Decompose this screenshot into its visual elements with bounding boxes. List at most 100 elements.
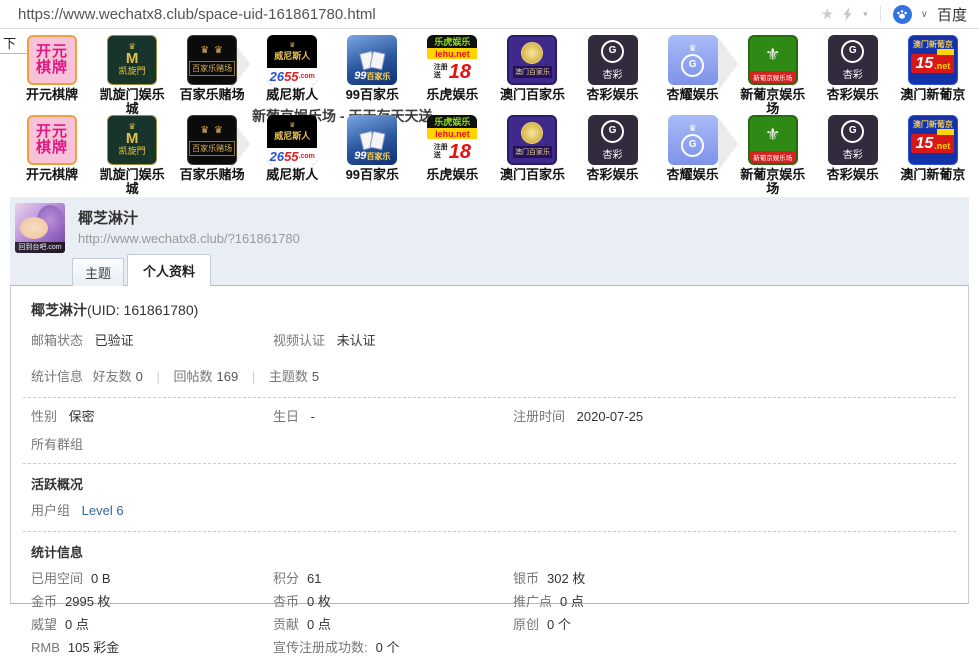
avatar[interactable]: 回到台吧.com (15, 203, 65, 253)
bookmark-star-icon[interactable]: ★ (821, 7, 834, 22)
reg-time-value: 2020-07-25 (577, 409, 644, 424)
ad-label: 杏彩娱乐 (587, 88, 639, 102)
stat-cell: 金币2995 枚 (31, 593, 273, 611)
icon-text: lehu.net (427, 48, 477, 59)
avatar-watermark: 回到台吧.com (15, 242, 65, 253)
icon-text: .net (934, 142, 950, 152)
ad-label: 开元棋牌 (26, 168, 78, 182)
tab-personal-profile[interactable]: 个人资料 (127, 254, 211, 286)
stat-label: 宣传注册成功数: (273, 640, 368, 655)
friends-count: 0 (136, 369, 143, 384)
ad-item-99baijiale[interactable]: 99 百家乐 99百家乐 (334, 35, 410, 115)
gender-value: 保密 (69, 409, 95, 424)
icon-text: 开元 (36, 44, 68, 61)
usergroup-level-link[interactable]: Level 6 (82, 503, 124, 518)
ad-item-aomen-baijiale[interactable]: 澳门百家乐 澳门百家乐 (494, 35, 570, 115)
icon-bottom: 99 百家乐 (354, 151, 390, 162)
ad-item-aomen-xinpujing[interactable]: 澳门新葡京 15 .net 澳门新葡京 (895, 115, 971, 195)
profile-title-uid: (UID: 161861780) (87, 302, 198, 318)
ad-item-xinpujing[interactable]: ⚜ 新葡京娱乐场 新葡京娱乐场 (735, 115, 811, 195)
icon-text: 乐虎娱乐 (427, 115, 477, 128)
ad-item-lehu[interactable]: 乐虎娱乐 lehu.net 注册 送 18 乐虎娱乐 (414, 35, 490, 115)
ad-item-99baijiale[interactable]: 99 百家乐 99百家乐 (334, 115, 410, 195)
ad-item-xingcai-2[interactable]: G 杏彩 杏彩娱乐 (815, 35, 891, 115)
ad-label: 澳门百家乐 (500, 168, 565, 182)
g-emblem-icon: G (681, 134, 704, 157)
ad-item-weinisiren[interactable]: ♛ 威尼斯人 26 55 .com 威尼斯人 (254, 115, 330, 195)
ad-item-kaixuanmen[interactable]: ♛ M 凯旋門 凯旋门娱乐城 (94, 115, 170, 195)
stat-cell: 杏币0 枚 (273, 593, 513, 611)
ad-label: 凯旋门娱乐城 (96, 88, 168, 117)
flash-icon[interactable] (843, 7, 854, 21)
ad-item-xingcai-2[interactable]: G 杏彩 杏彩娱乐 (815, 115, 891, 195)
gold-badge-icon (521, 42, 543, 64)
stat-value: 2995 枚 (65, 594, 111, 609)
dropdown-caret-icon[interactable]: ▾ (863, 9, 868, 20)
ad-item-xinpujing[interactable]: ⚜ 新葡京娱乐场 新葡京娱乐场 (735, 35, 811, 115)
ad-label: 威尼斯人 (266, 168, 318, 182)
ad-label: 澳门新葡京 (900, 168, 965, 182)
icon-text: 18 (449, 142, 471, 162)
profile-header: 回到台吧.com 椰芝淋汁 http://www.wechatx8.club/?… (10, 197, 969, 286)
xingcai-icon: G 杏彩 (588, 115, 638, 165)
ad-label: 新葡京娱乐场 (737, 168, 809, 197)
ad-item-xingcai[interactable]: G 杏彩 杏彩娱乐 (575, 35, 651, 115)
tulip-emblem-icon: ⚜ (765, 126, 780, 143)
url-input[interactable]: https://www.wechatx8.club/space-uid-1618… (18, 6, 821, 23)
ad-item-kaiyuan-qipai[interactable]: 开元 棋牌 开元棋牌 (14, 115, 90, 195)
avatar-art (20, 217, 48, 239)
ad-item-kaiyuan-qipai[interactable]: 开元 棋牌 开元棋牌 (14, 35, 90, 115)
reg-time-label: 注册时间 (513, 409, 565, 424)
stat-value: 0 个 (547, 617, 571, 632)
yellow-tag-icon (937, 49, 954, 55)
reg-time: 注册时间 2020-07-25 (513, 408, 958, 426)
stats-summary-label: 统计信息 (31, 369, 83, 384)
ad-label: 杏彩娱乐 (587, 168, 639, 182)
ad-label: 乐虎娱乐 (426, 168, 478, 182)
ad-item-xingyao[interactable]: ♛ G 杏耀娱乐 (655, 115, 731, 195)
ad-label: 开元棋牌 (26, 88, 78, 102)
email-status-value: 已验证 (95, 333, 134, 348)
stats-heading: 统计信息 (21, 542, 958, 561)
search-engine-label[interactable]: 百度 (937, 4, 967, 25)
stat-cell: 威望0 点 (31, 616, 273, 634)
ad-item-baijiale-casino[interactable]: ♛ ♛ 百家乐赌场 百家乐赌场 (174, 115, 250, 195)
xingcai-icon: G 杏彩 (828, 35, 878, 85)
ad-item-aomen-baijiale[interactable]: 澳门百家乐 澳门百家乐 (494, 115, 570, 195)
g-emblem-icon: G (681, 54, 704, 77)
engine-chevron-icon[interactable]: ∨ (921, 9, 928, 20)
xingyao-icon: ♛ G (668, 35, 718, 85)
ad-item-weinisiren[interactable]: ♛ 威尼斯人 26 55 .com 威尼斯人 (254, 35, 330, 115)
ad-item-xingcai[interactable]: G 杏彩 杏彩娱乐 (575, 115, 651, 195)
profile-panel: 椰芝淋汁(UID: 161861780) 邮箱状态 已验证 视频认证 未认证 统… (10, 286, 969, 604)
ad-item-aomen-xinpujing[interactable]: 澳门新葡京 15 .net 澳门新葡京 (895, 35, 971, 115)
icon-text: 新葡京娱乐场 (750, 71, 796, 83)
ad-item-kaixuanmen[interactable]: ♛ M 凯旋門 凯旋门娱乐城 (94, 35, 170, 115)
g-emblem-icon: G (601, 40, 624, 63)
ad-item-xingyao[interactable]: ♛ G 杏耀娱乐 (655, 35, 731, 115)
icon-text: 15 (915, 136, 933, 152)
g-emblem-icon: G (601, 120, 624, 143)
stat-label: 已用空间 (31, 571, 83, 586)
ad-label: 99百家乐 (346, 168, 399, 182)
icon-bottom: 15 .net (911, 134, 954, 153)
icon-text: 55 (284, 70, 298, 83)
icon-text: 注册 送 (434, 64, 448, 79)
icon-text: lehu.net (427, 128, 477, 139)
video-cert-label: 视频认证 (273, 333, 325, 348)
ad-item-baijiale-casino[interactable]: ♛ ♛ 百家乐赌场 百家乐赌场 (174, 35, 250, 115)
stat-cell: 银币302 枚 (513, 570, 958, 588)
toolbar-divider (880, 6, 881, 22)
ornament-icon: ♛ ♛ (200, 44, 224, 58)
stat-label: 银币 (513, 571, 539, 586)
ad-item-lehu[interactable]: 乐虎娱乐 lehu.net 注册 送 18 乐虎娱乐 (414, 115, 490, 195)
verification-row: 邮箱状态 已验证 视频认证 未认证 (21, 332, 958, 350)
kaixuanmen-icon: ♛ M 凯旋門 (107, 35, 157, 85)
icon-text: .com (299, 73, 315, 80)
stats-grid: 已用空间0 B 积分61 银币302 枚 金币2995 枚 杏币0 枚 推广点0… (21, 570, 958, 657)
topics-count: 5 (312, 369, 319, 384)
tab-topics[interactable]: 主题 (72, 258, 124, 286)
active-overview-heading: 活跃概况 (21, 474, 958, 493)
divider: | (252, 369, 255, 384)
baidu-paw-icon[interactable] (893, 5, 912, 24)
